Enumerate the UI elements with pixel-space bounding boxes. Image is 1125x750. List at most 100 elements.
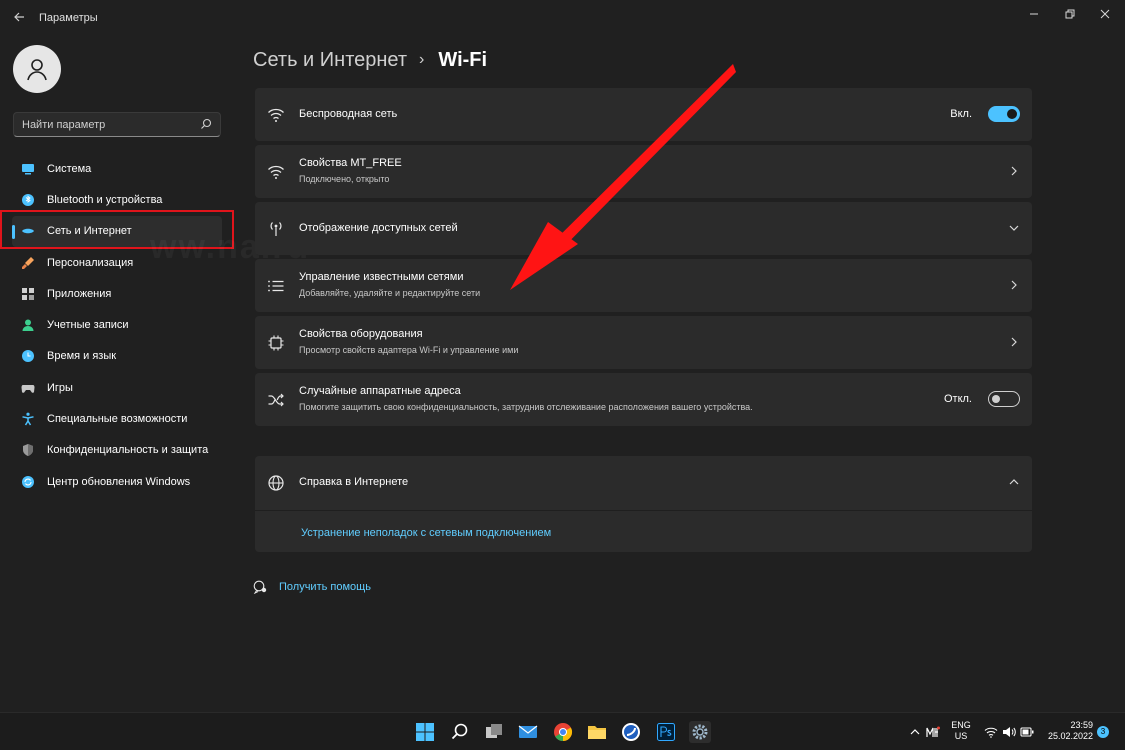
hardware-properties-row[interactable]: Свойства оборудования Просмотр свойств а… bbox=[255, 316, 1032, 369]
minimize-button[interactable] bbox=[1018, 4, 1050, 26]
list-icon bbox=[268, 280, 284, 292]
gear-icon bbox=[692, 724, 708, 740]
folder-icon bbox=[588, 726, 606, 739]
avatar[interactable] bbox=[13, 45, 61, 93]
divider bbox=[255, 510, 1032, 511]
notification-badge[interactable]: 3 bbox=[1097, 726, 1109, 738]
random-address-toggle[interactable] bbox=[988, 391, 1020, 407]
sidebar-item-label: Bluetooth и устройства bbox=[47, 193, 163, 206]
bluetooth-icon bbox=[22, 193, 34, 206]
restore-icon bbox=[1065, 9, 1075, 19]
get-help-link[interactable]: Получить помощь bbox=[253, 580, 371, 594]
back-button[interactable] bbox=[10, 10, 28, 28]
row-subtitle: Добавляйте, удаляйте и редактируйте сети bbox=[299, 288, 481, 298]
wireless-network-row[interactable]: Беспроводная сеть Вкл. bbox=[255, 88, 1032, 141]
wifi-icon[interactable] bbox=[984, 726, 998, 738]
tray-app-icon[interactable] bbox=[926, 726, 940, 738]
close-button[interactable] bbox=[1089, 4, 1121, 26]
get-help-label: Получить помощь bbox=[279, 581, 371, 593]
sidebar-item-label: Время и язык bbox=[47, 350, 117, 363]
mail-icon bbox=[518, 725, 538, 738]
file-explorer-app[interactable] bbox=[586, 721, 608, 743]
search-icon[interactable] bbox=[200, 118, 212, 130]
help-chat-icon bbox=[253, 580, 267, 594]
mail-app[interactable] bbox=[517, 721, 539, 743]
title-bar: Параметры bbox=[0, 0, 1125, 36]
random-hardware-addresses-row[interactable]: Случайные аппаратные адреса Помогите защ… bbox=[255, 373, 1032, 426]
chip-icon bbox=[268, 335, 284, 351]
sidebar-item-apps[interactable]: Приложения bbox=[12, 278, 222, 309]
network-properties-row[interactable]: Свойства MT_FREE Подключено, открыто bbox=[255, 145, 1032, 198]
clock-time: 23:59 bbox=[1070, 720, 1093, 730]
sidebar-item-time-language[interactable]: Время и язык bbox=[12, 341, 222, 372]
sidebar-item-gaming[interactable]: Игры bbox=[12, 372, 222, 403]
search-box bbox=[13, 112, 221, 137]
task-view-button[interactable] bbox=[483, 721, 505, 743]
language-indicator[interactable]: ENG US bbox=[950, 720, 972, 742]
help-title: Справка в Интернете bbox=[299, 476, 409, 488]
start-button[interactable] bbox=[414, 721, 436, 743]
row-subtitle: Помогите защитить свою конфиденциальност… bbox=[299, 402, 753, 412]
sidebar-item-accounts[interactable]: Учетные записи bbox=[12, 309, 222, 340]
sidebar-item-system[interactable]: Система bbox=[12, 153, 222, 184]
user-avatar-icon bbox=[27, 59, 47, 81]
sidebar-item-label: Учетные записи bbox=[47, 319, 129, 332]
row-title: Свойства оборудования bbox=[299, 328, 423, 340]
chevron-right-icon bbox=[1011, 337, 1017, 347]
breadcrumb: Сеть и Интернет › Wi-Fi bbox=[253, 45, 487, 75]
sidebar-item-bluetooth[interactable]: Bluetooth и устройства bbox=[12, 184, 222, 215]
taskbar-search-button[interactable] bbox=[449, 721, 471, 743]
search-input[interactable] bbox=[22, 117, 192, 133]
task-view-icon bbox=[486, 724, 502, 738]
sidebar-item-label: Центр обновления Windows bbox=[47, 475, 191, 488]
sidebar-item-label: Персонализация bbox=[47, 256, 134, 269]
chrome-app[interactable] bbox=[552, 721, 574, 743]
app-title: Параметры bbox=[39, 12, 98, 24]
brush-icon bbox=[22, 256, 34, 269]
manage-known-networks-row[interactable]: Управление известными сетями Добавляйте,… bbox=[255, 259, 1032, 312]
chevron-up-icon[interactable] bbox=[908, 726, 922, 738]
show-available-networks-row[interactable]: Отображение доступных сетей bbox=[255, 202, 1032, 255]
chrome-icon bbox=[554, 723, 573, 741]
help-header[interactable]: Справка в Интернете bbox=[255, 456, 1032, 510]
minimize-icon bbox=[1030, 13, 1038, 15]
restore-button[interactable] bbox=[1054, 4, 1086, 26]
row-title: Управление известными сетями bbox=[299, 271, 464, 283]
battery-icon[interactable] bbox=[1020, 726, 1034, 738]
sidebar-item-accessibility[interactable]: Специальные возможности bbox=[12, 403, 222, 434]
keyboard-layout: US bbox=[954, 731, 968, 741]
apps-icon bbox=[22, 287, 34, 300]
clock-date: 25.02.2022 bbox=[1047, 731, 1093, 741]
volume-icon[interactable] bbox=[1002, 726, 1016, 738]
sidebar-item-privacy[interactable]: Конфиденциальность и защита bbox=[12, 435, 222, 466]
page-title: Wi-Fi bbox=[438, 48, 488, 71]
clock[interactable]: 23:59 25.02.2022 bbox=[1043, 720, 1093, 742]
search-icon bbox=[451, 723, 468, 740]
row-title: Случайные аппаратные адреса bbox=[299, 385, 461, 397]
antenna-icon bbox=[270, 222, 282, 236]
toggle-knob bbox=[1007, 109, 1017, 119]
globe-clock-icon bbox=[22, 350, 34, 363]
language-code: ENG bbox=[951, 720, 971, 730]
wireless-toggle[interactable] bbox=[988, 106, 1020, 122]
help-section: Справка в Интернете Устранение неполадок… bbox=[255, 456, 1032, 552]
troubleshoot-link[interactable]: Устранение неполадок с сетевым подключен… bbox=[301, 527, 551, 539]
sidebar-item-label: Сеть и Интернет bbox=[47, 225, 132, 238]
network-icon bbox=[22, 228, 34, 234]
toggle-state-label: Вкл. bbox=[950, 108, 972, 120]
photoshop-app[interactable] bbox=[655, 721, 677, 743]
sidebar-item-label: Специальные возможности bbox=[47, 413, 188, 426]
browser-app[interactable] bbox=[620, 721, 642, 743]
toggle-state-label: Откл. bbox=[943, 393, 972, 405]
close-icon bbox=[1100, 9, 1110, 19]
shield-icon bbox=[23, 444, 33, 457]
taskbar: ENG US 23:59 25.02.2022 3 bbox=[0, 712, 1125, 750]
shuffle-icon bbox=[268, 393, 284, 407]
wifi-icon bbox=[268, 108, 284, 122]
user-icon bbox=[22, 319, 34, 332]
windows-logo-icon bbox=[416, 723, 434, 741]
sidebar-item-windows-update[interactable]: Центр обновления Windows bbox=[12, 466, 222, 497]
breadcrumb-parent[interactable]: Сеть и Интернет bbox=[253, 49, 407, 72]
settings-app[interactable] bbox=[689, 721, 711, 743]
chevron-down-icon bbox=[1009, 225, 1019, 231]
